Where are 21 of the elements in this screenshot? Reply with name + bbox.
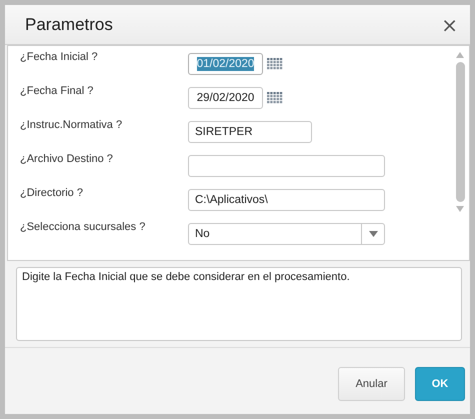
scrollbar-thumb[interactable] (456, 62, 464, 202)
window-title: Parametros (25, 14, 113, 34)
scroll-down-icon[interactable] (456, 206, 464, 212)
calendar-icon[interactable] (267, 58, 283, 70)
field-label: ¿Directorio ? (20, 187, 84, 199)
field-label: ¿Instruc.Normativa ? (20, 119, 124, 131)
text-field[interactable]: SIRETPER (188, 121, 312, 143)
field-label: ¿Fecha Inicial ? (20, 51, 99, 63)
field-label: ¿Selecciona sucursales ? (20, 221, 146, 233)
text-field[interactable] (188, 155, 385, 177)
text-field[interactable]: C:\Aplicativos\ (188, 189, 385, 211)
field-label: ¿Fecha Final ? (20, 85, 94, 97)
calendar-icon[interactable] (267, 92, 283, 104)
date-field[interactable]: 29/02/2020 (188, 87, 263, 109)
close-button[interactable]: × (439, 14, 460, 34)
caret-icon (368, 231, 378, 237)
scroll-up-icon[interactable] (456, 52, 464, 58)
field-label: ¿Archivo Destino ? (20, 153, 114, 165)
dropdown-field[interactable]: No (188, 223, 385, 245)
help-text: Digite la Fecha Inicial que se debe considerar en el procesamiento. (16, 267, 462, 341)
cancel-button[interactable]: Anular (338, 367, 405, 401)
